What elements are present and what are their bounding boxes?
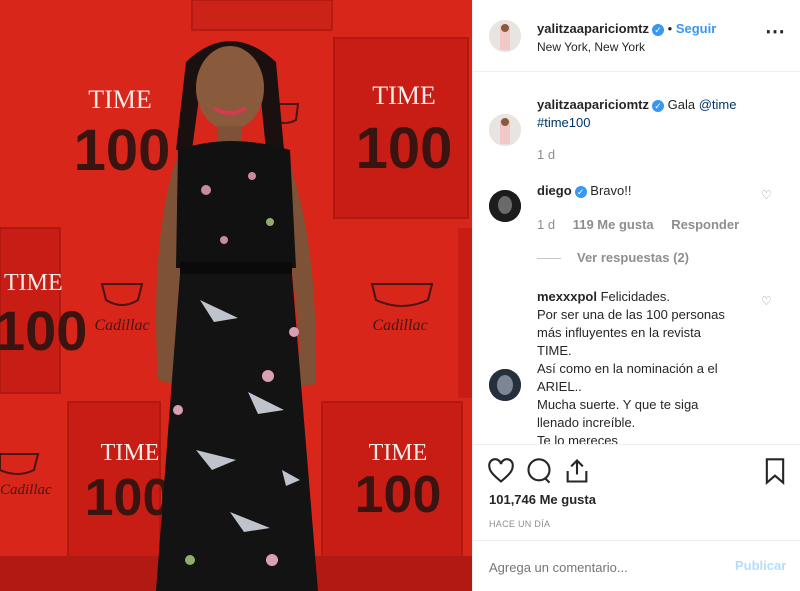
post-side-panel: yalitzaapariciomtz ✓ • Seguir New York, N…	[472, 0, 800, 591]
comment-mexxxpol: mexxxpol Felicidades. Por ser una de las…	[537, 288, 777, 444]
comment-line-2: Por ser una de las 100 personas	[537, 307, 725, 322]
post-timestamp[interactable]: HACE UN DÍA	[489, 515, 550, 533]
svg-text:Cadillac: Cadillac	[0, 482, 52, 498]
replies-divider-line	[537, 258, 561, 259]
comment-line-7: Mucha suerte. Y que te siga	[537, 397, 699, 412]
time-number-3: 100	[0, 299, 87, 362]
post-actions: 101,746 Me gusta HACE UN DÍA	[473, 444, 800, 540]
svg-text:Cadillac: Cadillac	[372, 317, 427, 334]
comment-avatar-diego-image	[489, 190, 521, 222]
author-avatar-image	[489, 20, 521, 52]
comment-avatar-diego[interactable]	[489, 190, 521, 222]
view-replies-button[interactable]: Ver respuestas (2)	[577, 249, 689, 267]
comment-diego-verified-icon: ✓	[574, 185, 587, 198]
comment-diego-meta: 1 d 119 Me gusta Responder	[537, 216, 739, 234]
comment-diego-username[interactable]: diego	[537, 183, 572, 198]
comment-diego: diego ✓ Bravo!!	[537, 182, 631, 200]
caption-hashtag-link[interactable]: #time100	[537, 115, 590, 130]
caption-body: Gala	[667, 97, 696, 112]
comment-bubble-icon[interactable]	[525, 457, 553, 485]
time-word-1: TIME	[88, 85, 152, 114]
caption-username[interactable]: yalitzaapariciomtz	[537, 97, 649, 112]
comment-line-4: TIME.	[537, 343, 572, 358]
post-location[interactable]: New York, New York	[537, 38, 645, 56]
time-number-2: 100	[356, 116, 453, 181]
time-number-4: 100	[85, 469, 172, 527]
comment-line-6: ARIEL..	[537, 379, 582, 394]
time-word-3: TIME	[4, 270, 63, 296]
caption-time[interactable]: 1 d	[537, 146, 555, 164]
author-username[interactable]: yalitzaapariciomtz	[537, 21, 649, 36]
verified-badge-icon: ✓	[652, 23, 664, 36]
post-header: yalitzaapariciomtz ✓ • Seguir New York, N…	[473, 0, 800, 72]
svg-text:Cadillac: Cadillac	[94, 317, 149, 334]
bookmark-icon[interactable]	[763, 457, 787, 485]
share-upload-icon[interactable]	[563, 457, 591, 485]
follow-button[interactable]: Seguir	[676, 21, 716, 36]
like-heart-icon[interactable]	[487, 457, 515, 485]
time-number-1: 100	[74, 118, 171, 183]
time-word-5: TIME	[369, 440, 428, 466]
caption-verified-icon: ✓	[652, 99, 664, 112]
time-word-4: TIME	[101, 440, 160, 466]
add-comment-input[interactable]	[487, 555, 721, 579]
caption-mention-link[interactable]: @time	[699, 97, 737, 112]
comment-diego-likes[interactable]: 119 Me gusta	[573, 217, 654, 232]
comment-line-1: Felicidades.	[600, 289, 670, 304]
comment-diego-text: Bravo!!	[590, 183, 632, 198]
time-number-5: 100	[355, 466, 442, 524]
comment-like-heart-icon[interactable]: ♡	[761, 188, 772, 202]
post-photo[interactable]: TIME 100 TIME 100 TIME 100 TIME 100 TIME…	[0, 0, 472, 591]
comment-line-3: más influyentes en la revista	[537, 325, 702, 340]
publish-button[interactable]: Publicar	[735, 557, 786, 575]
likes-count[interactable]: 101,746 Me gusta	[489, 491, 596, 509]
caption-avatar-image	[489, 114, 521, 146]
caption-avatar[interactable]	[489, 114, 521, 146]
comment-like-heart-icon-2[interactable]: ♡	[761, 294, 772, 308]
comments-section[interactable]: yalitzaapariciomtz ✓ Gala @time #time100 …	[473, 72, 800, 444]
photo-illustration: TIME 100 TIME 100 TIME 100 TIME 100 TIME…	[0, 0, 472, 591]
header-user-row: yalitzaapariciomtz ✓ • Seguir	[537, 20, 716, 38]
comment-diego-reply-button[interactable]: Responder	[671, 217, 739, 232]
comment-line-8: llenado increíble.	[537, 415, 636, 430]
comment-diego-time[interactable]: 1 d	[537, 217, 555, 232]
comment-avatar-mexxxpol-image	[489, 369, 521, 401]
comment-mexxxpol-username[interactable]: mexxxpol	[537, 289, 597, 304]
add-comment-bar: Publicar	[473, 540, 800, 591]
instagram-post-window: TIME 100 TIME 100 TIME 100 TIME 100 TIME…	[0, 0, 800, 591]
more-options-icon[interactable]: ⋯	[765, 22, 785, 42]
comment-line-9: Te lo mereces	[537, 433, 618, 444]
time-word-2: TIME	[372, 81, 436, 110]
follow-separator: •	[667, 21, 673, 36]
comment-line-5: Así como en la nominación a el	[537, 361, 718, 376]
caption-text: yalitzaapariciomtz ✓ Gala @time #time100	[537, 96, 787, 132]
comment-avatar-mexxxpol[interactable]	[489, 369, 521, 401]
author-avatar[interactable]	[489, 20, 521, 52]
